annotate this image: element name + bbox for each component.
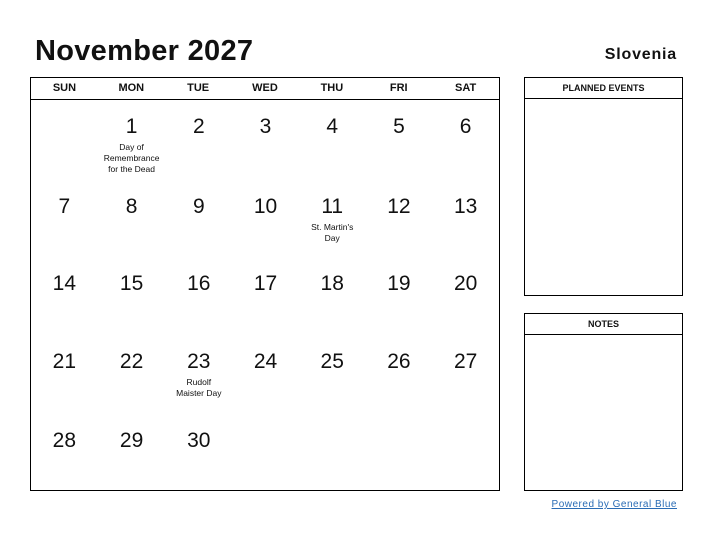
weekday-thu: THU	[320, 82, 344, 94]
day-number: 9	[192, 195, 205, 218]
day-number: 17	[253, 272, 278, 295]
holiday-label: Rudolf Maister Day	[176, 377, 222, 398]
day-number: 13	[453, 195, 478, 218]
day-number: 3	[259, 115, 272, 138]
day-number: 8	[125, 195, 138, 218]
weekday-tue: TUE	[187, 82, 210, 94]
day-cell: 18	[299, 257, 366, 335]
day-number: 30	[187, 429, 211, 452]
day-number: 26	[387, 350, 411, 373]
day-number: 1	[125, 115, 138, 138]
day-number: 11	[321, 195, 344, 218]
calendar-grid: SUN MON TUE WED THU FRI SAT 1 Day of Reme…	[30, 77, 500, 491]
weekday-wed: WED	[252, 82, 278, 94]
day-number: 5	[393, 115, 405, 138]
weekday-fri: FRI	[389, 82, 408, 94]
weekday-mon: MON	[118, 82, 145, 94]
day-cell: 29	[98, 414, 166, 490]
day-number: 21	[52, 350, 77, 373]
day-number: 29	[119, 429, 144, 452]
holiday-label: Day of Remembrance for the Dead	[103, 142, 160, 174]
day-cell: 3	[232, 100, 299, 180]
weekday-sun: SUN	[52, 82, 77, 94]
powered-by-link[interactable]: Powered by General Blue	[552, 499, 677, 510]
day-cell: 24	[232, 335, 299, 414]
weekday-sat: SAT	[454, 82, 477, 94]
day-cell: 28	[31, 414, 98, 490]
day-number: 12	[387, 195, 411, 218]
day-cell: 1 Day of Remembrance for the Dead	[98, 100, 166, 180]
planned-events-heading: PLANNED EVENTS	[525, 78, 682, 99]
day-cell: 16	[165, 257, 232, 335]
day-number: 18	[320, 272, 344, 295]
day-cell: 23 Rudolf Maister Day	[165, 335, 232, 414]
day-cell: 26	[366, 335, 433, 414]
planned-events-panel: PLANNED EVENTS	[524, 77, 683, 296]
day-number: 14	[52, 272, 77, 295]
day-number: 28	[52, 429, 77, 452]
day-cell: 15	[98, 257, 166, 335]
day-cell: 2	[165, 100, 232, 180]
day-cell: 21	[31, 335, 98, 414]
day-number: 24	[253, 350, 278, 373]
day-number: 20	[453, 272, 478, 295]
day-number: 7	[58, 195, 71, 218]
day-number: 27	[453, 350, 478, 373]
calendar-days: 1 Day of Remembrance for the Dead 2 3 4 5 6 7 8 9…	[31, 100, 499, 490]
empty-day-cell	[432, 414, 499, 490]
day-cell: 14	[31, 257, 98, 335]
empty-day-cell	[366, 414, 433, 490]
day-number: 4	[326, 115, 339, 138]
day-cell: 5	[366, 100, 433, 180]
day-cell: 19	[366, 257, 433, 335]
empty-day-cell	[299, 414, 366, 490]
day-cell: 4	[299, 100, 366, 180]
day-cell: 10	[232, 180, 299, 257]
notes-panel: NOTES	[524, 313, 683, 491]
day-cell: 25	[299, 335, 366, 414]
empty-day-cell	[232, 414, 299, 490]
day-number: 6	[459, 115, 472, 138]
notes-heading: NOTES	[525, 314, 682, 335]
day-cell: 11 St. Martin's Day	[299, 180, 366, 257]
day-cell: 20	[432, 257, 499, 335]
day-number: 16	[187, 272, 211, 295]
day-cell: 17	[232, 257, 299, 335]
day-cell: 13	[432, 180, 499, 257]
day-cell: 27	[432, 335, 499, 414]
day-cell: 9	[165, 180, 232, 257]
weekday-header: SUN MON TUE WED THU FRI SAT	[31, 78, 499, 100]
day-number: 23	[187, 350, 211, 373]
page-title: November 2027	[35, 35, 254, 67]
day-cell: 8	[98, 180, 166, 257]
day-number: 15	[119, 272, 144, 295]
day-number: 2	[192, 115, 205, 138]
holiday-label: St. Martin's Day	[311, 222, 354, 243]
day-cell: 30	[165, 414, 232, 490]
empty-day-cell	[31, 100, 98, 180]
day-number: 19	[387, 272, 411, 295]
day-cell: 12	[366, 180, 433, 257]
day-cell: 7	[31, 180, 98, 257]
day-cell: 6	[432, 100, 499, 180]
day-number: 25	[320, 350, 344, 373]
country-label: Slovenia	[604, 46, 677, 63]
day-number: 10	[253, 195, 278, 218]
day-cell: 22	[98, 335, 166, 414]
day-number: 22	[119, 350, 144, 373]
